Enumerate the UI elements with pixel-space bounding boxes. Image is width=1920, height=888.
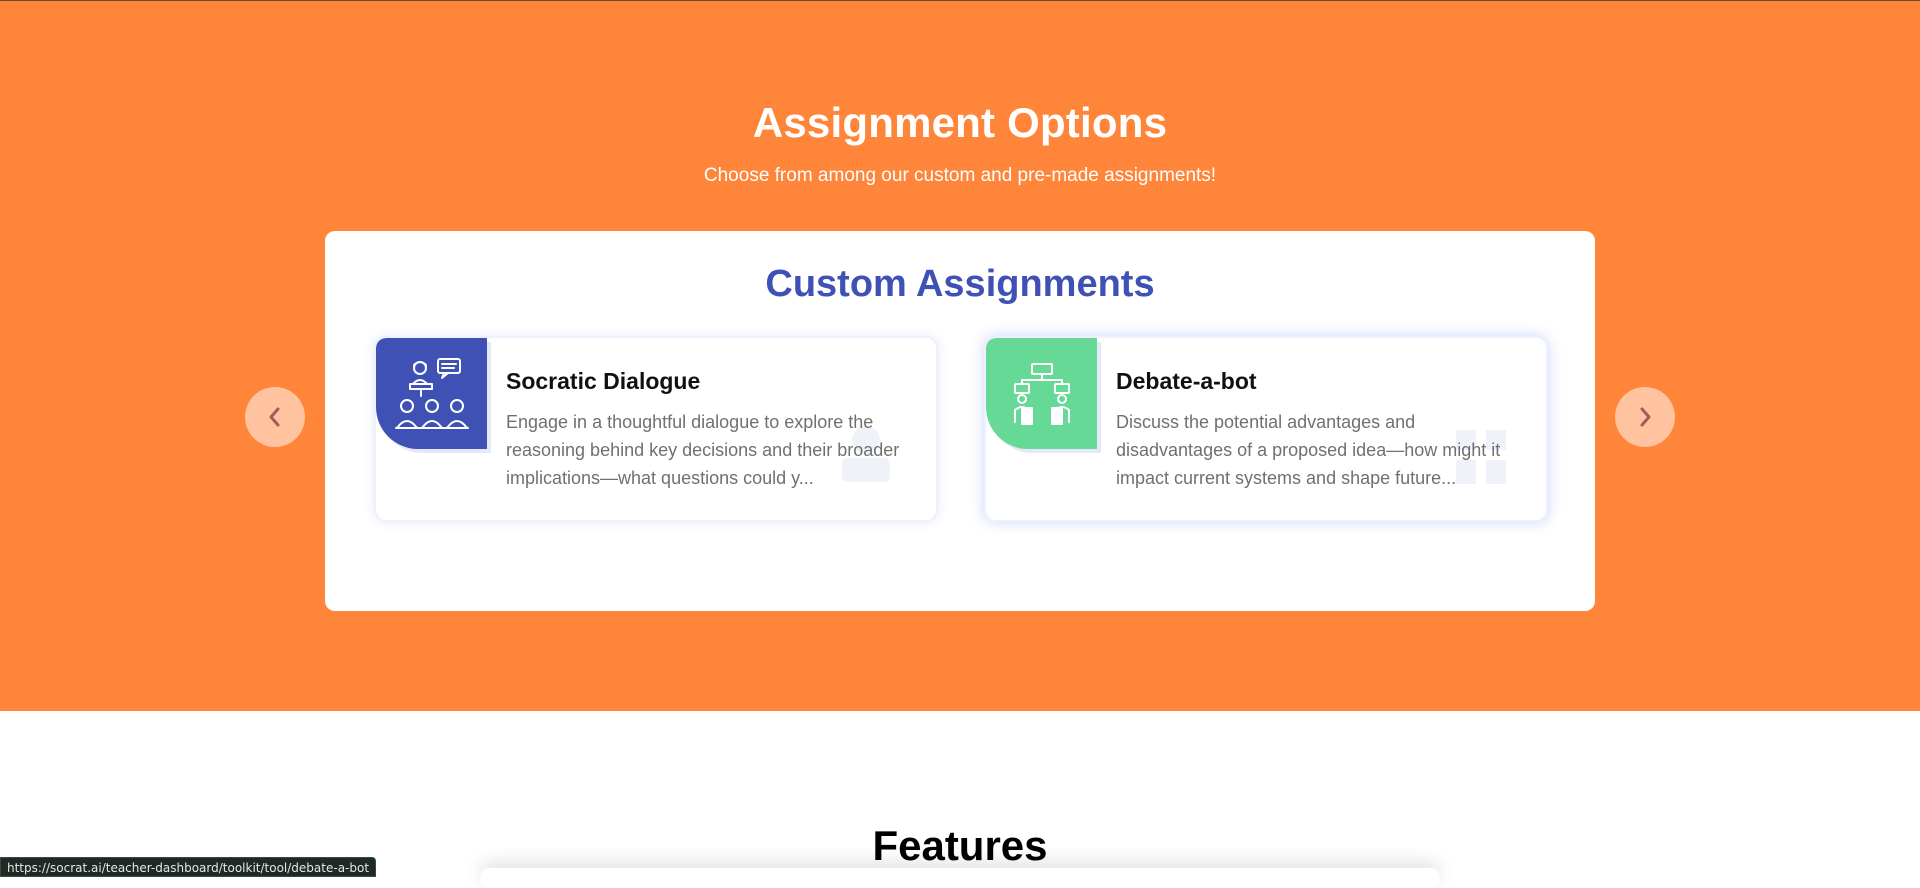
carousel-next-button[interactable] <box>1615 387 1675 447</box>
assignment-card-socratic-dialogue[interactable]: Socratic Dialogue Engage in a thoughtful… <box>374 336 938 522</box>
card-title: Debate-a-bot <box>1116 368 1257 394</box>
link-status-bar: https://socrat.ai/teacher-dashboard/tool… <box>0 857 377 877</box>
classroom-discussion-icon <box>394 357 469 429</box>
chevron-right-icon <box>1640 407 1651 427</box>
chevron-left-icon <box>269 407 280 427</box>
section-title: Assignment Options <box>752 99 1168 146</box>
section-subtitle: Choose from among our custom and pre-mad… <box>703 165 1217 186</box>
debate-icon <box>1013 362 1070 425</box>
custom-assignments-panel: Custom Assignments Socratic Dialogue Eng… <box>325 231 1595 611</box>
assignment-options-section: Assignment Options Choose from among our… <box>0 0 1920 711</box>
assignment-card-debate-a-bot[interactable]: Debate-a-bot Discuss the potential advan… <box>984 336 1548 522</box>
features-card-edge <box>480 868 1440 888</box>
carousel-prev-button[interactable] <box>245 387 305 447</box>
card-icon-container <box>986 338 1097 449</box>
panel-title: Custom Assignments <box>765 263 1155 305</box>
card-title: Socratic Dialogue <box>506 368 701 394</box>
card-icon-container <box>376 338 487 449</box>
watermark-icon <box>1456 430 1506 484</box>
watermark-icon <box>842 426 890 482</box>
